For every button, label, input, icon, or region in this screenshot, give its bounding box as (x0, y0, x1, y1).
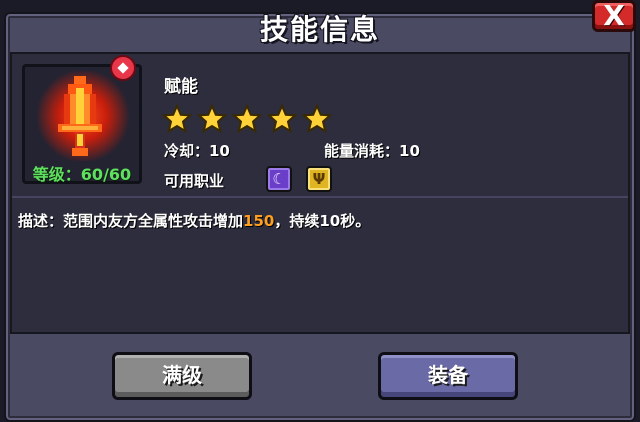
star-icon (196, 103, 228, 134)
skill-description: 描述：范围内友方全属性攻击增加150，持续10秒。 (18, 210, 370, 231)
equip-button[interactable]: 装备 (378, 352, 518, 400)
skill-badge-icon (110, 55, 136, 81)
skill-detail-area: 等级：60/60 赋能 冷却：10 能量消耗：10 可用职业 ☾ Ψ 描述：范围… (10, 52, 630, 334)
star-icon (161, 103, 193, 134)
skill-icon-frame: 等级：60/60 (22, 64, 142, 184)
description-prefix: 描述：范围内友方全属性攻击增加 (18, 212, 244, 230)
mage-hat-icon: ☾ (266, 166, 292, 192)
skill-level-text: 等级：60/60 (32, 165, 132, 184)
trident-icon: Ψ (306, 166, 332, 192)
star-icon (266, 103, 298, 134)
cooldown-text: 冷却：10 (164, 142, 230, 160)
close-icon: X (603, 0, 625, 32)
close-button[interactable]: X (592, 0, 636, 32)
classes-label: 可用职业 (164, 172, 225, 190)
star-icon (231, 103, 263, 134)
star-icon (301, 103, 333, 134)
max-level-button[interactable]: 满级 (112, 352, 252, 400)
description-suffix: ，持续10秒。 (274, 212, 371, 230)
skill-name: 赋能 (164, 77, 198, 97)
energy-cost-text: 能量消耗：10 (324, 142, 420, 160)
dialog-header: 技能信息 (0, 0, 640, 52)
skill-rating (161, 103, 337, 134)
dialog-title: 技能信息 (259, 13, 380, 46)
divider (12, 196, 628, 198)
description-value: 150 (243, 212, 275, 230)
